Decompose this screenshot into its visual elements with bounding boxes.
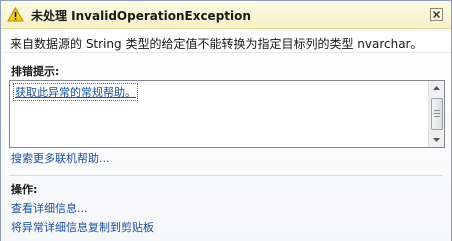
exception-assistant-window: 未处理 InvalidOperationException 来自数据源的 Str… <box>0 0 452 241</box>
general-help-link[interactable]: 获取此异常的常规帮助。 <box>13 83 138 101</box>
thumb-grip <box>434 116 440 117</box>
scroll-down-arrow-icon[interactable] <box>429 133 444 147</box>
warning-icon <box>7 7 24 22</box>
troubleshooting-heading: 排错提示: <box>11 65 60 78</box>
exception-message: 来自数据源的 String 类型的给定值不能转换为指定目标列的类型 nvarch… <box>10 37 423 51</box>
scrollbar-thumb[interactable] <box>431 98 443 130</box>
thumb-grip <box>434 113 440 114</box>
vertical-scrollbar[interactable] <box>428 81 444 147</box>
actions-heading: 操作: <box>11 183 38 196</box>
window-title: 未处理 InvalidOperationException <box>31 9 251 23</box>
title-bar: 未处理 InvalidOperationException <box>1 1 451 29</box>
content-area: 排错提示: 获取此异常的常规帮助。 搜索更多联机帮助... 操作: 查看详细信息 <box>1 52 451 241</box>
message-area: 来自数据源的 String 类型的给定值不能转换为指定目标列的类型 nvarch… <box>1 29 451 51</box>
troubleshooting-tips-list[interactable]: 获取此异常的常规帮助。 <box>9 80 445 148</box>
search-online-help-link[interactable]: 搜索更多联机帮助... <box>11 150 110 166</box>
section-divider <box>9 175 443 176</box>
thumb-grip <box>434 110 440 111</box>
view-detail-link[interactable]: 查看详细信息... <box>11 200 88 216</box>
close-icon[interactable] <box>430 8 443 21</box>
copy-detail-to-clipboard-link[interactable]: 将异常详细信息复制到剪贴板 <box>11 219 154 235</box>
scroll-up-arrow-icon[interactable] <box>429 81 444 95</box>
